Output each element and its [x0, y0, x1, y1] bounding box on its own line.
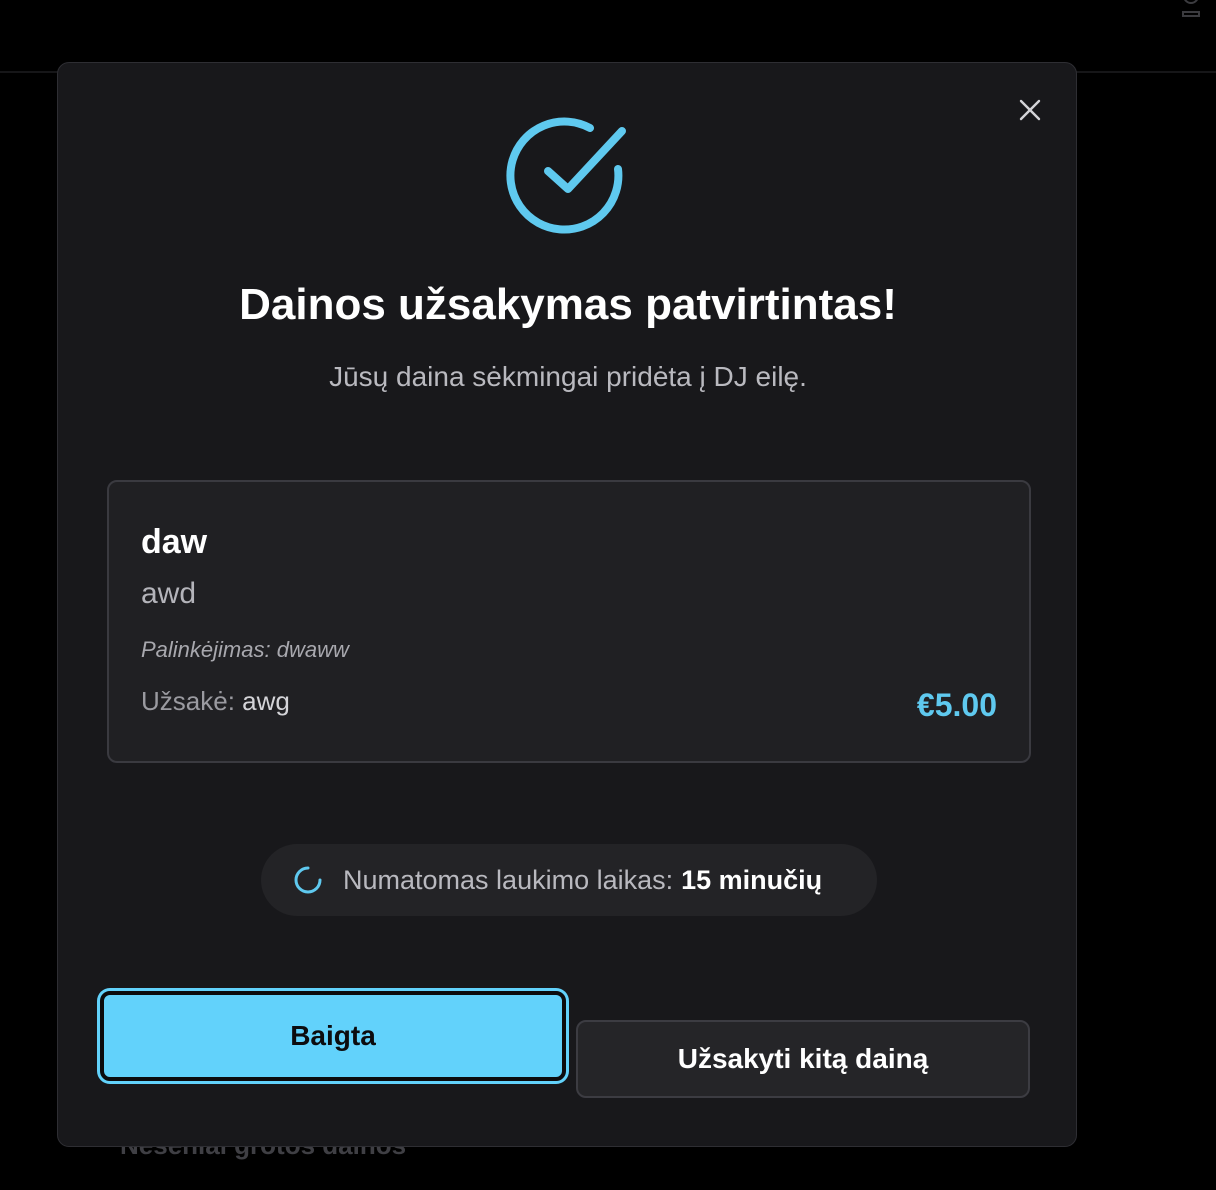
dialog-title: Dainos užsakymas patvirtintas!	[239, 280, 897, 329]
close-icon	[1019, 99, 1041, 121]
dialog-subtitle: Jūsų daina sėkmingai pridėta į DJ eilę.	[329, 361, 807, 392]
check-circle-icon	[506, 113, 632, 239]
wait-time-text: Numatomas laukimo laikas: 15 minučių	[343, 863, 822, 897]
song-orderer: Užsakė: awg	[141, 685, 290, 717]
song-title: daw	[141, 523, 208, 561]
wait-time-badge: Numatomas laukimo laikas: 15 minučių	[261, 844, 877, 916]
orderer-name: awg	[242, 686, 290, 716]
close-button[interactable]	[1013, 93, 1047, 127]
orderer-label: Užsakė:	[141, 686, 235, 716]
song-price: €5.00	[916, 687, 997, 723]
header-user-icon	[1180, 0, 1202, 22]
song-dedication: Palinkėjimas: dwaww	[141, 637, 349, 662]
song-summary-card: daw awd Palinkėjimas: dwaww Užsakė: awg …	[107, 480, 1031, 763]
song-artist: awd	[141, 577, 197, 610]
order-another-song-button[interactable]: Užsakyti kitą dainą	[576, 1020, 1030, 1098]
done-button[interactable]: Baigta	[100, 991, 566, 1081]
order-confirmation-dialog: Dainos užsakymas patvirtintas! Jūsų dain…	[57, 62, 1077, 1147]
wait-time-value: 15 minučių	[681, 865, 823, 895]
loading-spinner-icon	[294, 866, 322, 894]
wait-time-label: Numatomas laukimo laikas:	[343, 865, 674, 895]
